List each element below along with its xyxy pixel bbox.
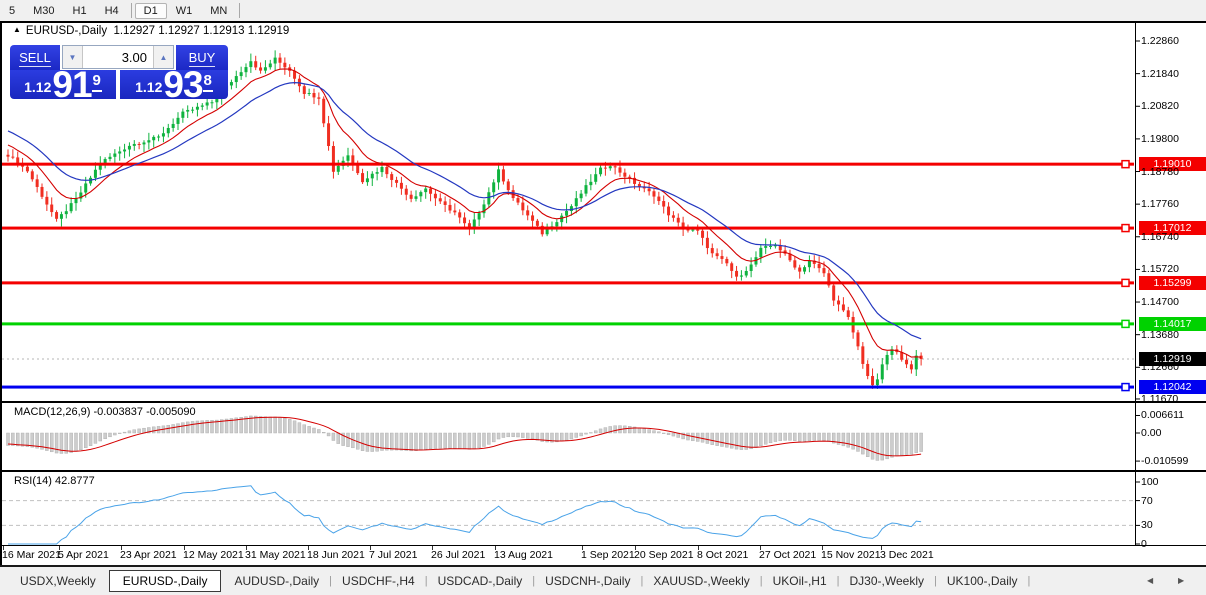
chart-tab-usdcnh-daily[interactable]: USDCNH-,Daily: [535, 570, 640, 592]
chart-tab-uk100-daily[interactable]: UK100-,Daily: [937, 570, 1028, 592]
buy-price-big: 93: [163, 64, 203, 105]
chart-tabs-bar: USDX,Weekly EURUSD-,Daily AUDUSD-,Daily | US…: [0, 567, 1206, 595]
chart-tab-usdcad-daily[interactable]: USDCAD-,Daily: [428, 570, 533, 592]
chart-tab-ukoil-h1[interactable]: UKOil-,H1: [763, 570, 837, 592]
chart-tab-usdchf-h4[interactable]: USDCHF-,H4: [332, 570, 425, 592]
chart-ohlc-values: 1.12927 1.12927 1.12913 1.12919: [113, 25, 290, 37]
mt4-window: 5 M30 H1 H4 D1 W1 MN ▲ EURUSD-,Daily 1.12927 1.…: [0, 0, 1206, 595]
volume-input[interactable]: [83, 46, 153, 68]
timeframe-5[interactable]: 5: [0, 3, 24, 19]
sell-price-prefix: 1.12: [24, 79, 52, 95]
timeframe-h1[interactable]: H1: [64, 3, 96, 19]
tab-separator: |: [1027, 575, 1031, 587]
timeframe-m30[interactable]: M30: [24, 3, 63, 19]
timeframe-mn[interactable]: MN: [201, 3, 236, 19]
buy-price-prefix: 1.12: [135, 79, 163, 95]
sell-price-pip: 9: [91, 72, 102, 92]
timeframe-w1[interactable]: W1: [167, 3, 202, 19]
tab-scroll-left-icon[interactable]: ◀: [1147, 576, 1153, 585]
chart-tab-usdx-weekly[interactable]: USDX,Weekly: [10, 570, 106, 592]
sell-price-display: 1.12 91 9: [10, 64, 116, 105]
chart-tab-xauusd-weekly[interactable]: XAUUSD-,Weekly: [643, 570, 759, 592]
chart-collapse-icon: ▲: [13, 25, 21, 34]
timeframe-h4[interactable]: H4: [96, 3, 128, 19]
macd-indicator-label: MACD(12,26,9) -0.003837 -0.005090: [14, 406, 196, 418]
rsi-indicator-label: RSI(14) 42.8777: [14, 475, 95, 487]
buy-price-pip: 8: [202, 72, 213, 92]
toolbar-separator: [130, 3, 132, 18]
chart-tab-eurusd-daily[interactable]: EURUSD-,Daily: [108, 570, 222, 592]
chart-symbol-label: EURUSD-,Daily: [25, 25, 108, 37]
chart-title: ▲ EURUSD-,Daily 1.12927 1.12927 1.12913 1…: [13, 25, 289, 37]
sell-button-label: SELL: [19, 49, 51, 67]
timeframe-toolbar: 5 M30 H1 H4 D1 W1 MN: [0, 0, 1206, 21]
timeframe-d1[interactable]: D1: [134, 2, 167, 19]
tab-scroll-right-icon[interactable]: ▶: [1178, 576, 1184, 585]
chart-tab-audusd-daily[interactable]: AUDUSD-,Daily: [224, 570, 329, 592]
chart-tab-dj30-weekly[interactable]: DJ30-,Weekly: [840, 570, 934, 592]
buy-price-display: 1.12 93 8: [120, 64, 228, 105]
toolbar-separator: [239, 3, 241, 18]
sell-price-big: 91: [52, 64, 92, 105]
